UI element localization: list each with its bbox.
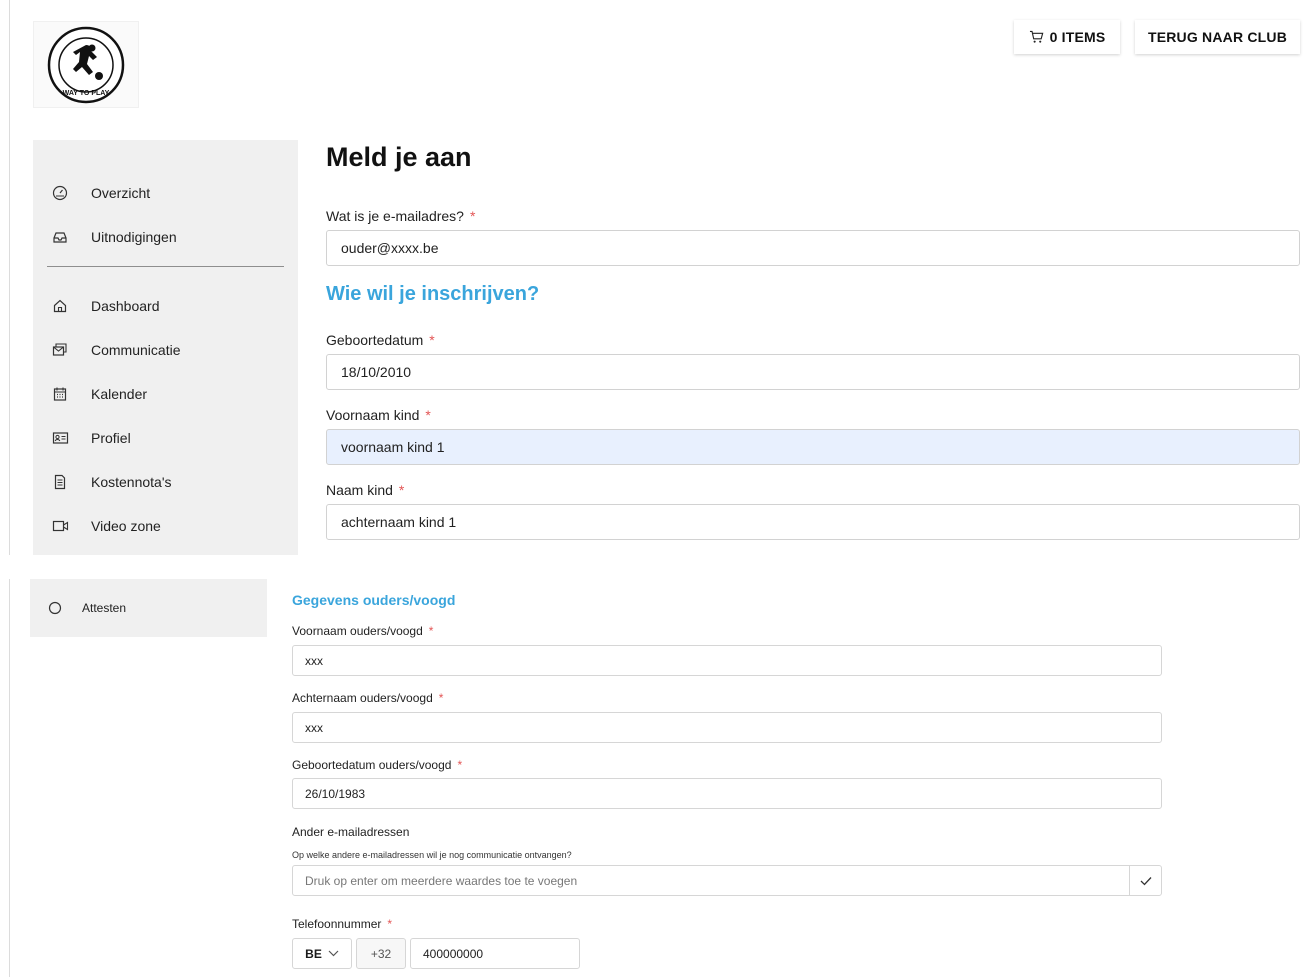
birthdate-label-text: Geboortedatum — [326, 332, 424, 348]
sidebar-item-label: Video zone — [91, 518, 161, 534]
sidebar: Overzicht Uitnodigingen Dashboard Commun… — [33, 140, 298, 555]
home-icon — [51, 297, 69, 315]
required-mark: * — [387, 917, 393, 931]
phone-field[interactable] — [410, 938, 580, 969]
svg-text:WAY TO PLAY: WAY TO PLAY — [63, 90, 110, 97]
sidebar-item-label: Dashboard — [91, 298, 160, 314]
sidebar-lower: Attesten — [30, 579, 267, 637]
sidebar-item-communicatie[interactable]: Communicatie — [33, 332, 298, 368]
back-to-club-button[interactable]: TERUG NAAR CLUB — [1135, 20, 1300, 54]
add-email-button[interactable] — [1129, 865, 1162, 896]
back-to-club-label: TERUG NAAR CLUB — [1147, 29, 1288, 45]
required-mark: * — [438, 691, 444, 705]
sidebar-divider — [47, 266, 284, 267]
dashboard-gauge-icon — [51, 184, 69, 202]
child-lastname-label: Naam kind * — [326, 482, 404, 498]
section-title-parents: Gegevens ouders/voogd — [292, 592, 456, 608]
birthdate-label: Geboortedatum * — [326, 332, 435, 348]
parent-birthdate-label-text: Geboortedatum ouders/voogd — [292, 758, 452, 772]
receipt-icon — [51, 473, 69, 491]
child-lastname-label-text: Naam kind — [326, 482, 393, 498]
country-select[interactable]: BE — [292, 938, 352, 969]
child-firstname-label-text: Voornaam kind — [326, 407, 420, 423]
check-icon — [1140, 876, 1151, 885]
club-logo[interactable]: WAY TO PLAY — [33, 21, 139, 108]
parent-lastname-field[interactable] — [292, 712, 1162, 743]
parent-birthdate-label: Geboortedatum ouders/voogd * — [292, 758, 462, 772]
required-mark: * — [425, 407, 431, 423]
phone-label: Telefoonnummer * — [292, 917, 392, 931]
sidebar-item-label: Uitnodigingen — [91, 229, 177, 245]
phone-label-text: Telefoonnummer — [292, 917, 382, 931]
other-emails-input[interactable] — [292, 865, 1130, 896]
sidebar-item-attesten[interactable]: Attesten — [30, 590, 267, 626]
section-title-enroll: Wie wil je inschrijven? — [326, 283, 540, 305]
sidebar-item-label: Overzicht — [91, 185, 151, 201]
cart-icon — [1029, 30, 1043, 43]
sidebar-item-label: Kostennota's — [91, 474, 172, 490]
inbox-icon — [51, 228, 69, 246]
email-label-text: Wat is je e-mailadres? — [326, 208, 464, 224]
parent-lastname-label: Achternaam ouders/voogd * — [292, 691, 443, 705]
sidebar-item-label: Communicatie — [91, 342, 181, 358]
child-firstname-label: Voornaam kind * — [326, 407, 431, 423]
parent-lastname-label-text: Achternaam ouders/voogd — [292, 691, 433, 705]
required-mark: * — [469, 208, 476, 224]
sidebar-item-kalender[interactable]: Kalender — [33, 376, 298, 412]
parent-firstname-label-text: Voornaam ouders/voogd — [292, 624, 423, 638]
parent-firstname-label: Voornaam ouders/voogd * — [292, 624, 433, 638]
sidebar-item-video-zone[interactable]: Video zone — [33, 508, 298, 544]
sidebar-item-overzicht[interactable]: Overzicht — [33, 175, 298, 211]
parent-firstname-field[interactable] — [292, 645, 1162, 676]
required-mark: * — [429, 332, 435, 348]
required-mark: * — [398, 482, 405, 498]
email-field[interactable] — [326, 230, 1300, 266]
child-firstname-field[interactable] — [326, 429, 1300, 465]
left-edge-line-lower — [9, 579, 10, 977]
child-lastname-field[interactable] — [326, 504, 1300, 540]
other-emails-hint: Op welke andere e-mailadressen wil je no… — [292, 850, 572, 860]
sidebar-item-uitnodigingen[interactable]: Uitnodigingen — [33, 219, 298, 255]
chevron-down-icon — [328, 950, 339, 957]
id-card-icon — [51, 429, 69, 447]
way-to-play-logo-icon: WAY TO PLAY — [47, 26, 125, 103]
other-emails-label: Ander e-mailadressen — [292, 825, 410, 839]
dial-code: +32 — [356, 938, 406, 969]
video-icon — [51, 517, 69, 535]
cart-button-label: 0 ITEMS — [1049, 29, 1106, 45]
sidebar-item-label: Kalender — [91, 386, 148, 402]
required-mark: * — [428, 624, 434, 638]
sidebar-item-profiel[interactable]: Profiel — [33, 420, 298, 456]
calendar-icon — [51, 385, 69, 403]
page-title: Meld je aan — [326, 142, 472, 172]
cart-button[interactable]: 0 ITEMS — [1014, 20, 1120, 54]
messages-icon — [51, 341, 69, 359]
email-label: Wat is je e-mailadres? * — [326, 208, 475, 224]
sidebar-item-label: Profiel — [91, 430, 131, 446]
sidebar-item-dashboard[interactable]: Dashboard — [33, 288, 298, 324]
required-mark: * — [457, 758, 463, 772]
birthdate-field[interactable] — [326, 354, 1300, 390]
circle-icon — [46, 599, 64, 617]
parent-birthdate-field[interactable] — [292, 778, 1162, 809]
sidebar-item-kostennotas[interactable]: Kostennota's — [33, 464, 298, 500]
sidebar-item-label: Attesten — [82, 601, 127, 615]
left-edge-line — [9, 0, 10, 555]
country-code: BE — [305, 946, 322, 961]
